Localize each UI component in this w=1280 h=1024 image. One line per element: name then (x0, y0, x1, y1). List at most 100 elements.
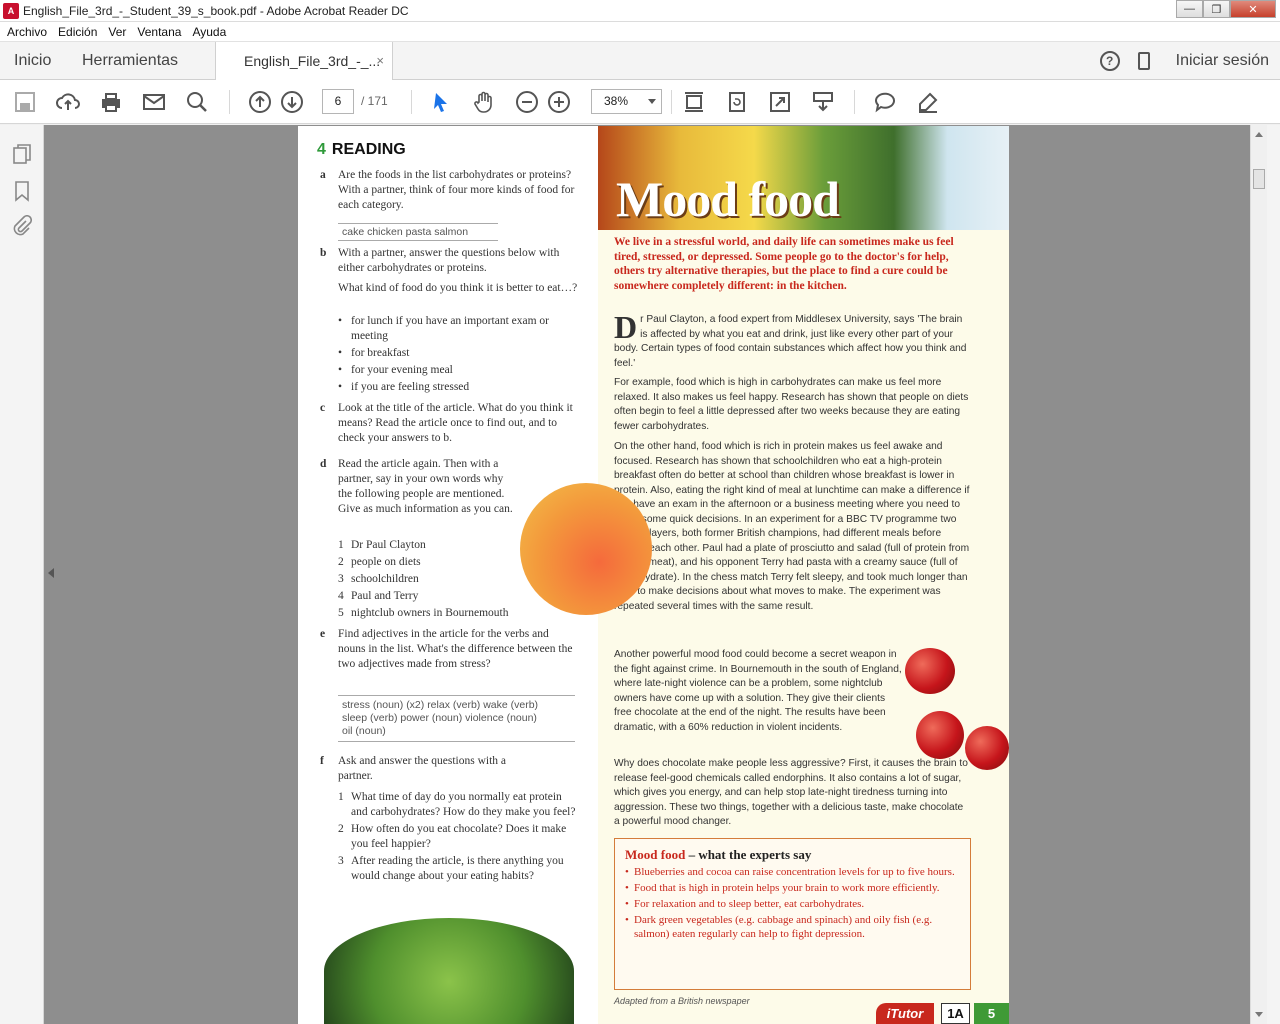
drop-cap: D (614, 309, 638, 345)
vertical-scrollbar[interactable] (1250, 125, 1267, 1024)
page-number-badge: 5 (974, 1003, 1009, 1024)
list-item: for your evening meal (338, 363, 578, 378)
comment-icon[interactable] (873, 90, 897, 114)
list-number: 4 (338, 590, 344, 602)
list-item: 3 After reading the article, is there any… (338, 854, 578, 884)
list-text: Dr Paul Clayton (351, 539, 426, 551)
paragraph-text: r Paul Clayton, a food expert from Middl… (614, 314, 967, 369)
question-text: With a partner, answer the questions bel… (338, 247, 560, 274)
list-text: How often do you eat chocolate? Does it … (351, 823, 567, 850)
article-title: Mood food (616, 171, 840, 227)
list-item: Blueberries and cocoa can raise concentr… (625, 865, 960, 879)
print-icon[interactable] (99, 90, 123, 114)
close-window-button[interactable]: ✕ (1230, 0, 1276, 18)
question-label: e (320, 628, 326, 640)
attachment-icon[interactable] (12, 214, 33, 237)
question-f-list: 1 What time of day do you normally eat pr… (338, 790, 578, 886)
section-heading: 4 READING (317, 141, 406, 159)
maximize-button[interactable]: ❐ (1203, 0, 1230, 18)
experts-box-title-red: Mood food (625, 847, 686, 862)
menu-edicion[interactable]: Edición (58, 25, 97, 39)
page-number-input[interactable]: 6 (322, 89, 354, 114)
experts-box: Mood food – what the experts say Blueber… (614, 838, 971, 990)
word-list-line: stress (noun) (x2) relax (verb) wake (ve… (342, 699, 539, 711)
article-intro: We live in a stressful world, and daily … (614, 236, 954, 292)
fit-page-icon[interactable] (682, 90, 706, 114)
tab-home[interactable]: Inicio (14, 52, 51, 70)
pdf-page: 4 READING a Are the foods in the list car… (298, 126, 1009, 1024)
next-page-icon[interactable] (280, 90, 304, 114)
right-panel-strip (1267, 125, 1280, 1024)
article-paragraph: Another powerful mood food could become … (614, 649, 902, 733)
peach-illustration (520, 483, 652, 615)
article-paragraph: For example, food which is high in carbo… (614, 377, 969, 432)
chevron-down-icon (648, 99, 656, 104)
list-text: After reading the article, is there anyt… (351, 855, 564, 882)
window-title: English_File_3rd_-_Student_39_s_book.pdf… (23, 3, 409, 18)
list-text: nightclub owners in Bournemouth (351, 607, 509, 619)
list-item: Dark green vegetables (e.g. cabbage and … (625, 913, 960, 941)
zoom-value: 38% (604, 94, 629, 108)
highlight-icon[interactable] (916, 90, 940, 114)
list-number: 3 (338, 855, 344, 867)
list-item: for breakfast (338, 346, 578, 361)
question-b-prompt: What kind of food do you think it is bet… (338, 282, 578, 294)
section-number: 4 (317, 141, 326, 158)
adjective-word-list: stress (noun) (x2) relax (verb) wake (ve… (338, 695, 575, 742)
upload-icon[interactable] (56, 90, 80, 114)
left-navigation-panel (0, 125, 44, 1024)
menu-ventana[interactable]: Ventana (137, 25, 181, 39)
minimize-button[interactable]: — (1176, 0, 1203, 18)
main-toolbar: 6 / 171 38% (0, 80, 1280, 124)
zoom-select[interactable]: 38% (591, 89, 662, 114)
list-text: schoolchildren (351, 573, 419, 585)
search-icon[interactable] (185, 90, 209, 114)
email-icon[interactable] (142, 90, 166, 114)
tab-tools[interactable]: Herramientas (82, 52, 178, 70)
question-label: d (320, 458, 327, 470)
question-text: Find adjectives in the article for the v… (338, 628, 573, 670)
itutor-badge: iTutor (876, 1003, 934, 1024)
list-number: 5 (338, 607, 344, 619)
help-icon[interactable]: ? (1099, 51, 1120, 71)
pages-icon[interactable] (12, 143, 32, 165)
list-item: for lunch if you have an important exam … (338, 314, 578, 344)
rotate-icon[interactable] (725, 90, 749, 114)
zoom-out-icon[interactable] (515, 90, 539, 114)
menu-ayuda[interactable]: Ayuda (192, 25, 226, 39)
question-label: f (320, 755, 324, 767)
scroll-down-icon[interactable] (1255, 1012, 1263, 1017)
zoom-in-icon[interactable] (547, 90, 571, 114)
bookmark-icon[interactable] (12, 180, 32, 202)
list-text: What time of day do you normally eat pro… (351, 791, 576, 818)
cherry-illustration (965, 726, 1009, 770)
menu-ver[interactable]: Ver (108, 25, 126, 39)
experts-list: Blueberries and cocoa can raise concentr… (625, 865, 960, 941)
scroll-up-icon[interactable] (1255, 132, 1263, 137)
menu-bar: Archivo Edición Ver Ventana Ayuda (0, 22, 1280, 42)
question-text: Are the foods in the list carbohydrates … (338, 169, 575, 211)
prev-page-icon[interactable] (248, 90, 272, 114)
list-item: 5 nightclub owners in Bournemouth (338, 606, 578, 621)
collapse-left-panel-icon[interactable] (48, 568, 54, 578)
save-icon[interactable] (13, 90, 37, 114)
menu-archivo[interactable]: Archivo (7, 25, 47, 39)
list-item: For relaxation and to sleep better, eat … (625, 897, 960, 911)
question-label: b (320, 247, 327, 259)
select-cursor-icon[interactable] (429, 90, 453, 114)
window-titlebar: A English_File_3rd_-_Student_39_s_book.p… (0, 0, 1280, 22)
fullscreen-icon[interactable] (768, 90, 792, 114)
scroll-thumb[interactable] (1253, 169, 1265, 189)
list-text: Paul and Terry (351, 590, 419, 602)
signin-button[interactable]: Iniciar sesión (1176, 52, 1269, 70)
article-column: Mood food We live in a stressful world, … (598, 126, 1009, 1024)
mobile-link-icon[interactable] (1137, 52, 1150, 70)
food-word-list: cake chicken pasta salmon (338, 223, 498, 241)
word-list-line: oil (noun) (342, 725, 386, 737)
tab-document[interactable]: English_File_3rd_-_... × (215, 42, 393, 81)
acrobat-app-icon: A (3, 2, 19, 19)
hand-icon[interactable] (472, 90, 496, 114)
close-tab-icon[interactable]: × (376, 53, 384, 68)
vegetables-illustration (324, 918, 574, 1024)
scroll-mode-icon[interactable] (811, 90, 835, 114)
